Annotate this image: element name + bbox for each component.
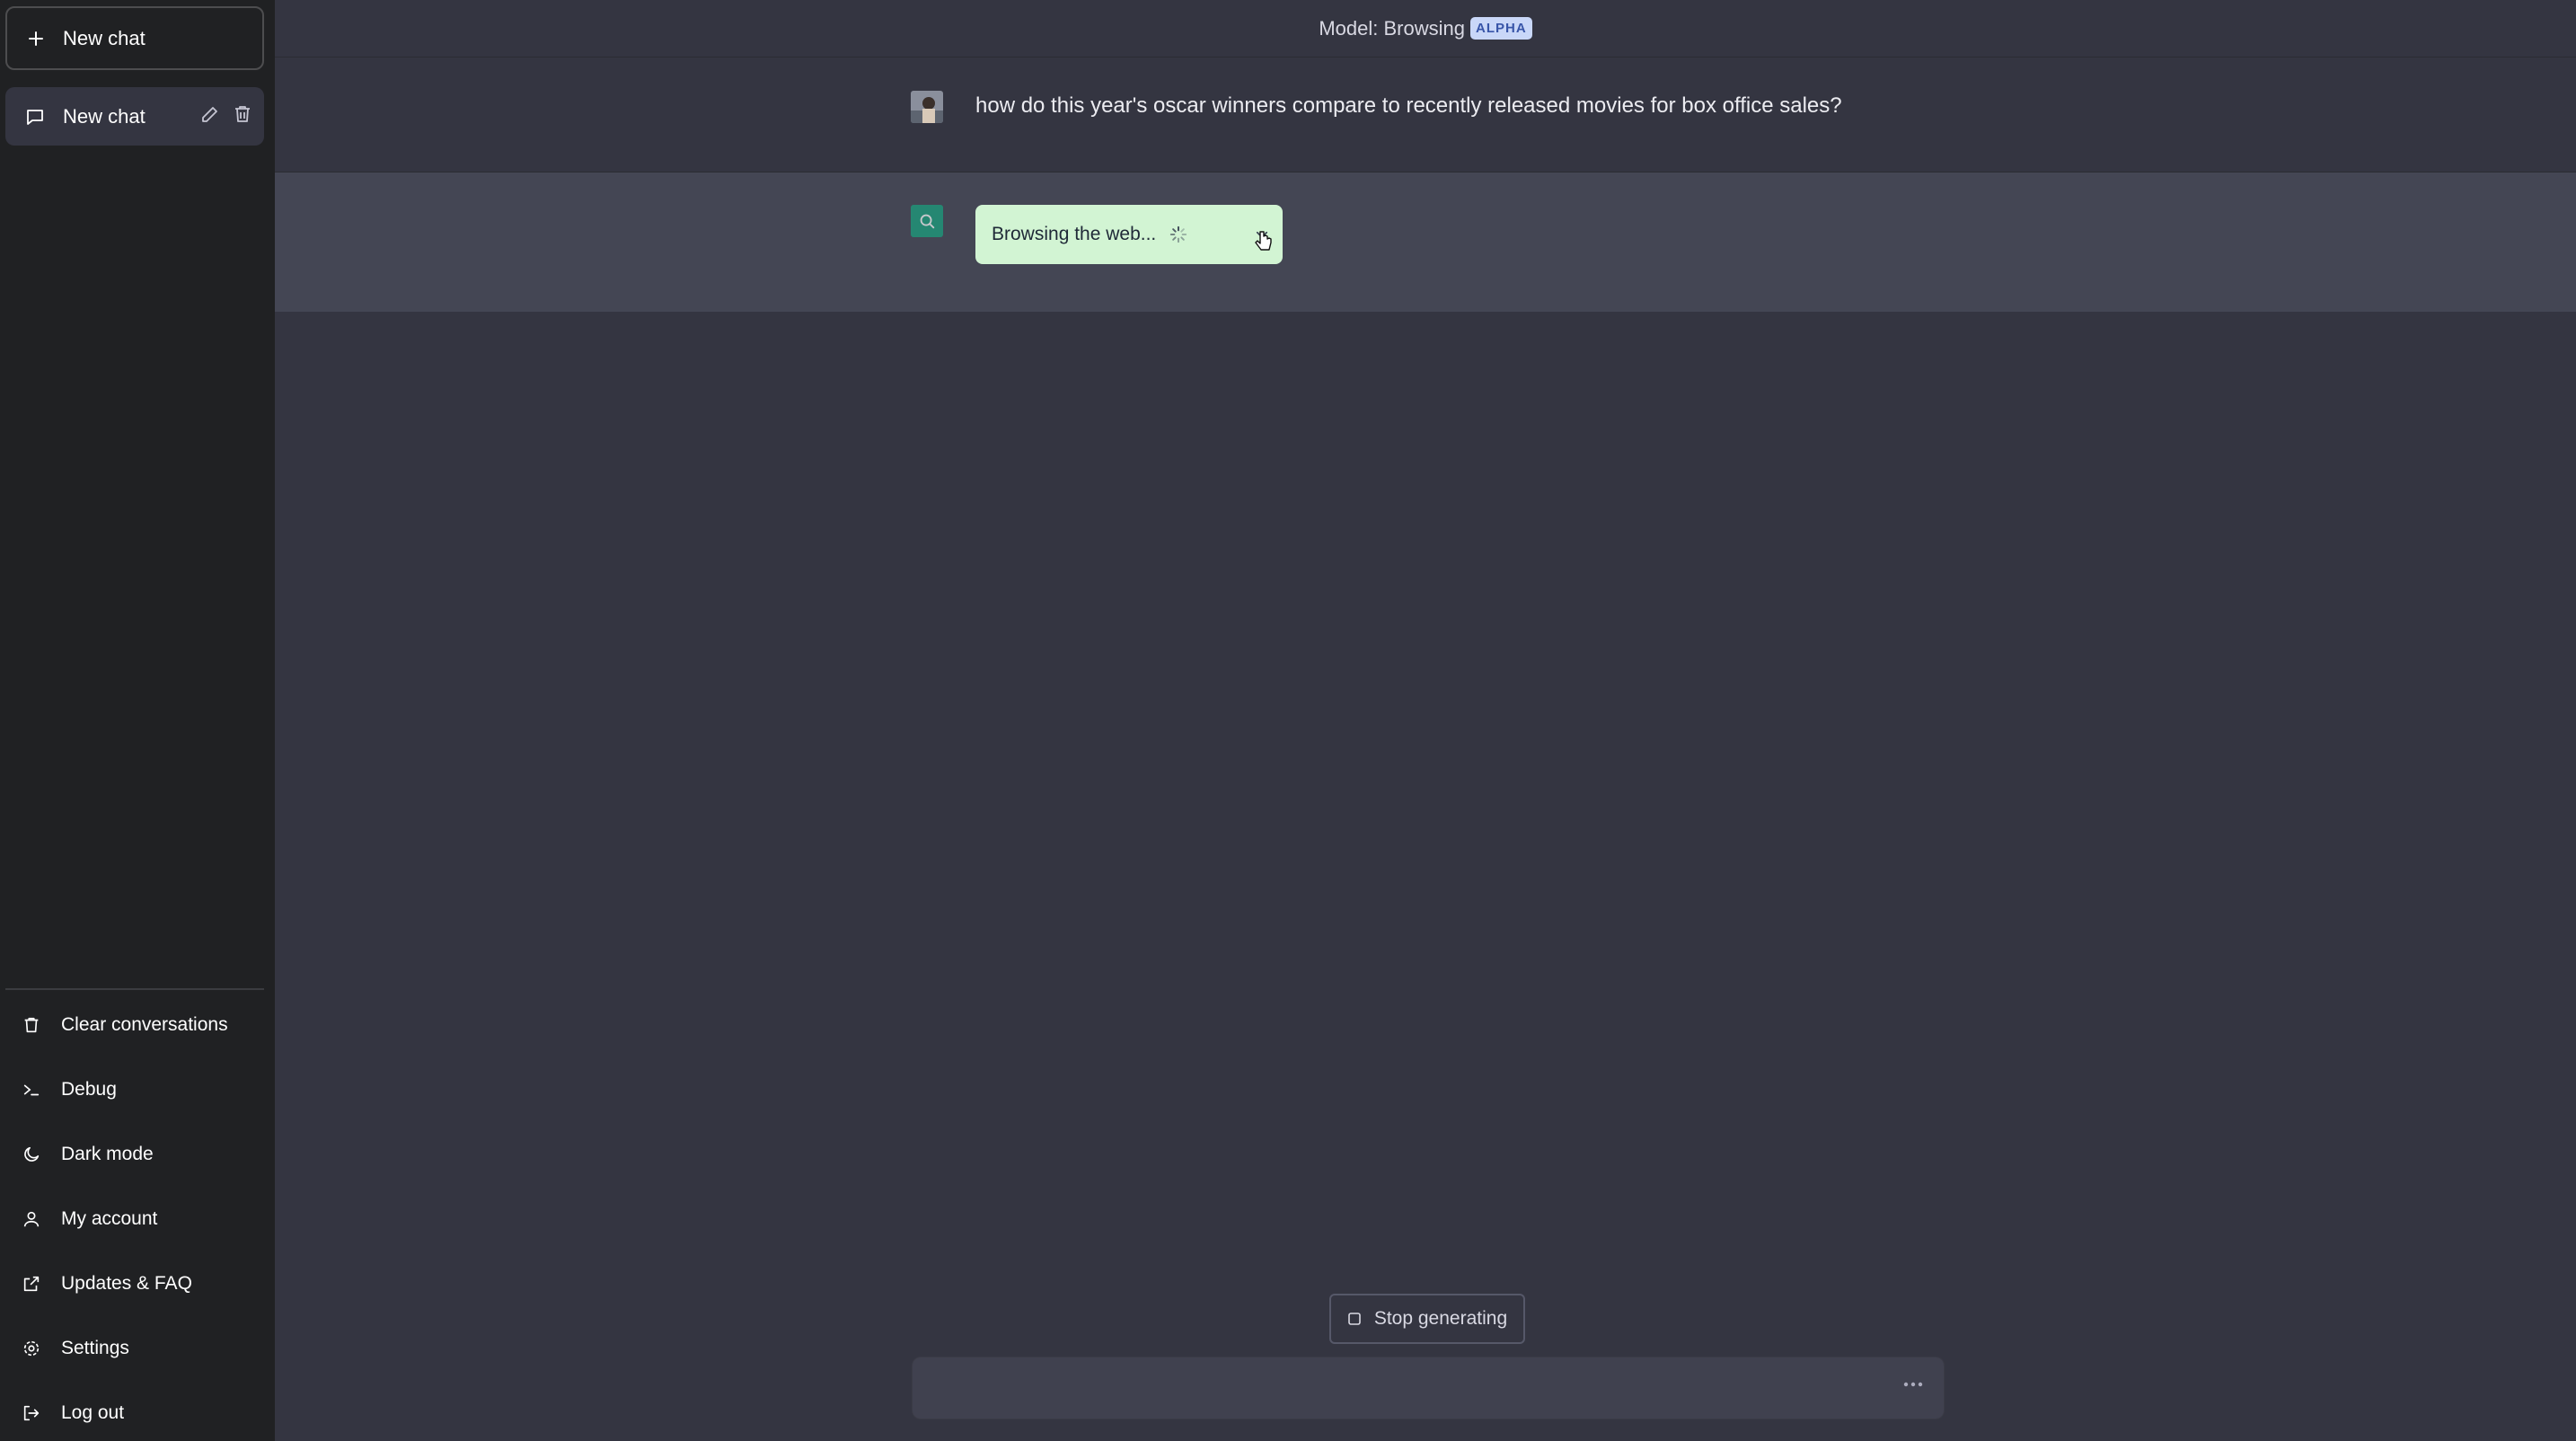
assistant-message-row: Browsing the web...	[275, 172, 2576, 312]
model-label: Model: Browsing	[1319, 16, 1465, 40]
logout-icon	[22, 1403, 41, 1423]
menu-label: Log out	[61, 1402, 125, 1423]
alpha-badge: ALPHA	[1469, 17, 1532, 40]
search-icon	[911, 205, 943, 237]
delete-icon[interactable]	[232, 103, 253, 125]
sidebar: New chat New chat Clear conversations De…	[0, 0, 275, 1441]
menu-label: Settings	[61, 1338, 129, 1358]
trash-icon	[22, 1015, 41, 1035]
user-message-row: how do this year's oscar winners compare…	[275, 57, 2576, 172]
sidebar-menu: Clear conversations Debug Dark mode My a…	[5, 993, 264, 1441]
sidebar-item-debug[interactable]: Debug	[5, 1057, 264, 1122]
message-input[interactable]	[912, 1357, 1945, 1419]
menu-label: Dark mode	[61, 1144, 154, 1164]
edit-icon[interactable]	[199, 103, 221, 125]
model-header: Model: Browsing ALPHA	[275, 0, 2576, 57]
user-icon	[22, 1209, 41, 1229]
sidebar-item-my-account[interactable]: My account	[5, 1187, 264, 1251]
sidebar-item-log-out[interactable]: Log out	[5, 1381, 264, 1441]
message-icon	[25, 107, 45, 127]
stop-icon	[1347, 1312, 1362, 1326]
sidebar-chat-item[interactable]: New chat	[5, 87, 264, 146]
avatar	[911, 91, 943, 123]
chat-item-label: New chat	[63, 104, 146, 128]
stop-generating-label: Stop generating	[1373, 1308, 1508, 1329]
stop-generating-button[interactable]: Stop generating	[1329, 1294, 1525, 1344]
menu-label: Clear conversations	[61, 1014, 228, 1035]
sidebar-item-clear-conversations[interactable]: Clear conversations	[5, 993, 264, 1057]
browsing-status-text: Browsing the web...	[992, 224, 1157, 244]
plus-icon	[27, 30, 45, 48]
browsing-status-box[interactable]: Browsing the web...	[975, 205, 1283, 264]
sidebar-item-updates-faq[interactable]: Updates & FAQ	[5, 1251, 264, 1316]
ellipsis-icon	[1902, 1381, 1924, 1388]
spinner-icon	[1169, 225, 1188, 244]
menu-label: Debug	[61, 1079, 117, 1100]
moon-icon	[22, 1145, 41, 1164]
sidebar-item-dark-mode[interactable]: Dark mode	[5, 1122, 264, 1187]
terminal-icon	[22, 1080, 41, 1100]
user-message-text: how do this year's oscar winners compare…	[975, 93, 1842, 118]
pointer-cursor-icon	[1254, 230, 1274, 253]
sidebar-item-settings[interactable]: Settings	[5, 1316, 264, 1381]
menu-label: My account	[61, 1208, 158, 1229]
new-chat-button[interactable]: New chat	[5, 6, 264, 70]
menu-label: Updates & FAQ	[61, 1273, 192, 1294]
external-link-icon	[22, 1274, 41, 1294]
new-chat-label: New chat	[63, 26, 146, 49]
sidebar-divider	[5, 988, 264, 990]
gear-icon	[22, 1339, 41, 1358]
